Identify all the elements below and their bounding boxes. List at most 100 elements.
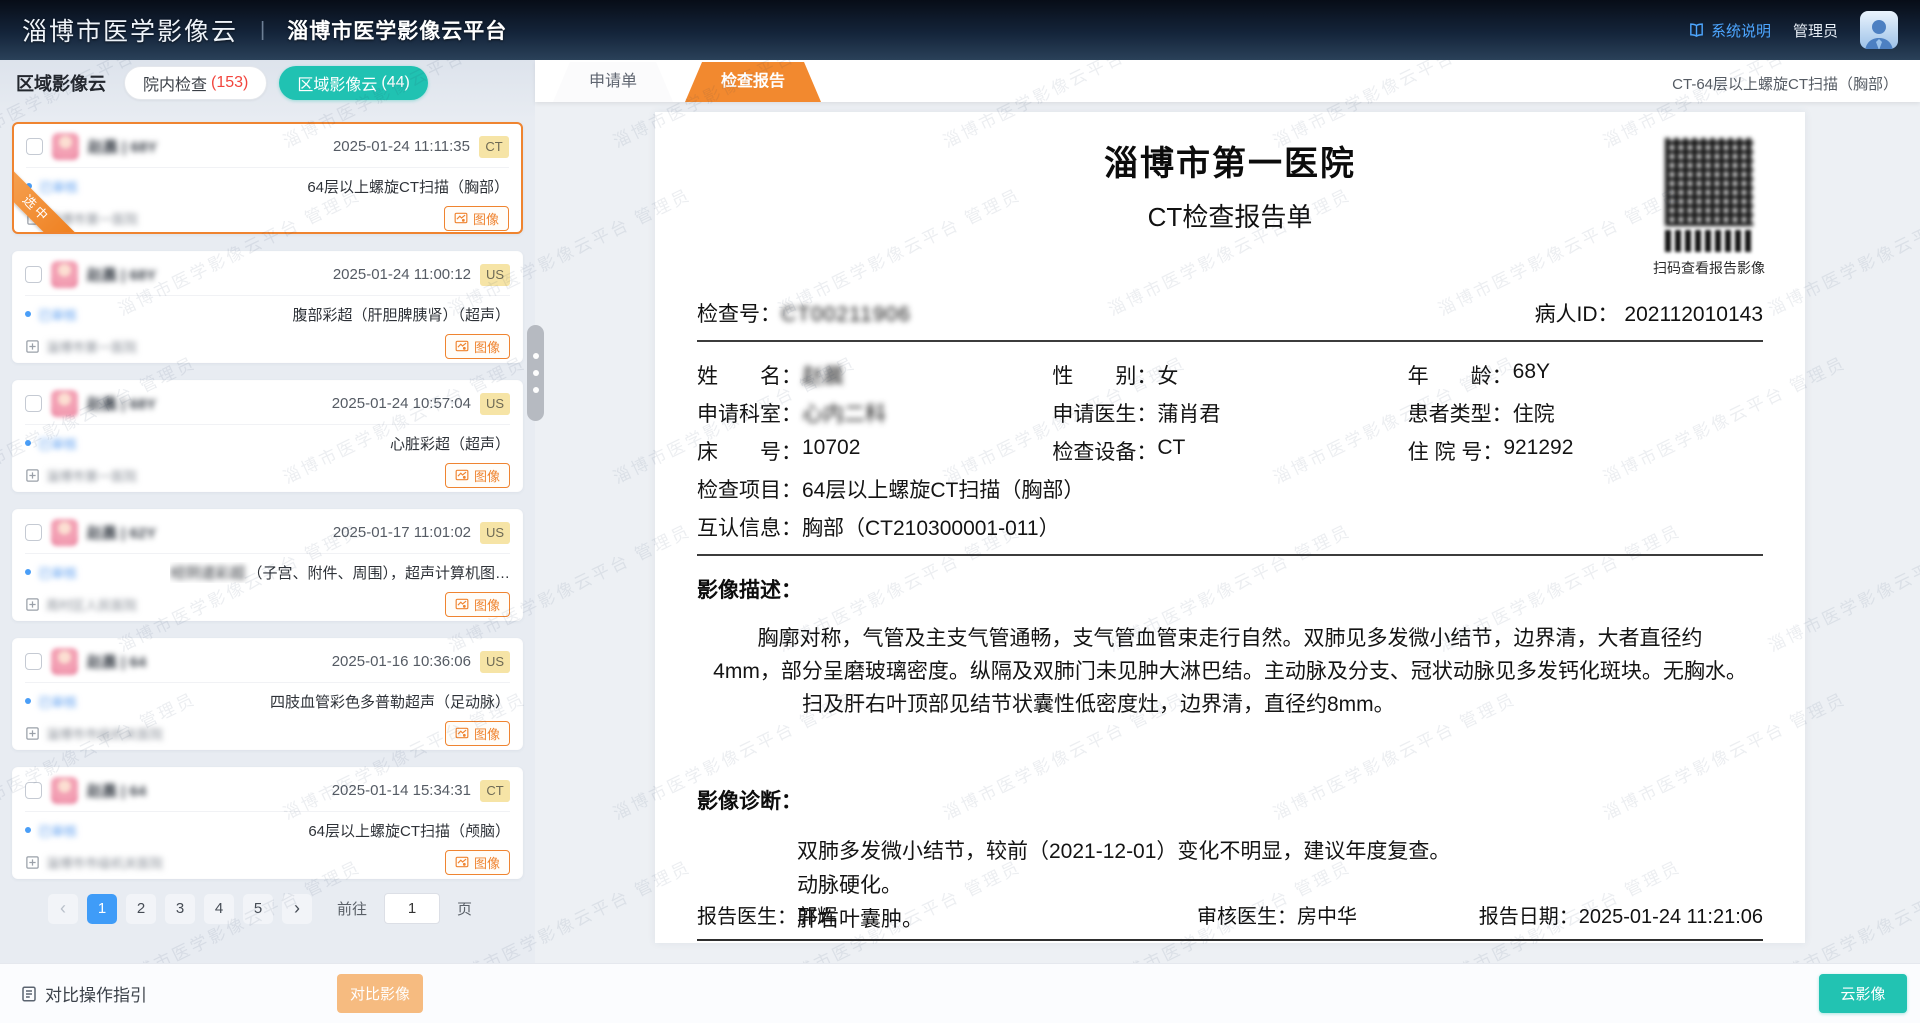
page-button-5[interactable]: 5 — [243, 894, 273, 924]
exam-status: 已审核 — [38, 434, 77, 453]
user-avatar[interactable] — [1860, 11, 1898, 49]
system-help-link[interactable]: 系统说明 — [1688, 20, 1771, 41]
exam-checkbox[interactable] — [25, 782, 42, 799]
sex-value: 女 — [1157, 360, 1178, 390]
tab-request-form[interactable]: 申请单 — [553, 62, 673, 102]
patient-type-value: 住院 — [1513, 398, 1555, 428]
tab-hospital-exams[interactable]: 院内检查 (153) — [124, 66, 267, 100]
patient-id-value: 202112010143 — [1624, 303, 1763, 326]
exam-card[interactable]: 赵晨 | 68Y 2025-01-24 11:11:35 CT 已审核 64层以… — [12, 122, 523, 234]
view-images-button[interactable]: 图像 — [444, 206, 509, 231]
exam-name: 64层以上螺旋CT扫描（颅脑） — [306, 820, 510, 841]
patient-info-grid: 姓 名：赵晨 性 别：女 年 龄：68Y 申请科室：心内二科 申请医生：蒲肖君 … — [697, 356, 1763, 546]
page-button-4[interactable]: 4 — [204, 894, 234, 924]
report-area: 申请单 检查报告 CT-64层以上螺旋CT扫描（胸部） 淄博市第一医院 CT检查… — [535, 60, 1920, 963]
exam-name: 64层以上螺旋CT扫描（胸部） — [305, 176, 509, 197]
image-icon — [455, 855, 469, 869]
goto-page-input[interactable] — [384, 893, 440, 924]
modality-badge: US — [480, 651, 510, 673]
exam-checkbox[interactable] — [25, 524, 42, 541]
report-date-value: 2025-01-24 11:21:06 — [1579, 906, 1763, 928]
mutual-info-value: 胸部（CT210300001-011） — [802, 512, 1060, 542]
hospital-name: 淄博市市级机关医院 — [46, 853, 163, 872]
exam-datetime: 2025-01-24 11:11:35 — [333, 138, 470, 155]
patient-name: 赵晨 | 68Y — [88, 136, 157, 157]
admission-no-value: 921292 — [1503, 436, 1573, 466]
brand-separator: | — [260, 19, 265, 42]
pagination: ‹ 12345 › 前往 页 — [0, 879, 535, 924]
page-button-1[interactable]: 1 — [87, 894, 117, 924]
image-description-label: 影像描述： — [697, 574, 1763, 604]
dept-value: 心内二科 — [802, 398, 886, 428]
exam-card[interactable]: 赵晨 | 64 2025-01-16 10:36:06 US 已审核 四肢血管彩… — [12, 638, 523, 750]
report-doctor-value: 郭辉 — [797, 906, 837, 928]
image-diagnosis-label: 影像诊断： — [697, 785, 1763, 815]
exam-card[interactable]: 赵晨 | 68Y 2025-01-24 11:00:12 US 已审核 腹部彩超… — [12, 251, 523, 363]
panel-title: 区域影像云 — [16, 70, 106, 96]
device-value: CT — [1157, 436, 1185, 466]
hospital-name: 淄博市第一医院 — [46, 466, 137, 485]
view-images-button[interactable]: 图像 — [445, 592, 510, 617]
exam-datetime: 2025-01-17 11:01:02 — [333, 524, 471, 541]
exam-status: 已审核 — [38, 821, 77, 840]
patient-name: 赵晨 | 68Y — [87, 264, 156, 285]
image-icon — [455, 597, 469, 611]
guide-icon — [20, 985, 38, 1003]
image-icon — [455, 339, 469, 353]
page-button-3[interactable]: 3 — [165, 894, 195, 924]
exam-checkbox[interactable] — [25, 653, 42, 670]
exam-name: 心脏彩超（超声） — [388, 433, 510, 454]
status-dot-icon — [25, 569, 31, 575]
hospital-exam-count: (153) — [211, 74, 248, 92]
exam-status: 已审核 — [38, 692, 77, 711]
exam-checkbox[interactable] — [25, 266, 42, 283]
status-dot-icon — [25, 827, 31, 833]
hospital-icon — [25, 339, 40, 354]
hospital-name: 周村区人民医院 — [46, 595, 137, 614]
exam-card[interactable]: 赵晨 | 62Y 2025-01-17 11:01:02 US 已审核 经阴道彩… — [12, 509, 523, 621]
exam-datetime: 2025-01-16 10:36:06 — [332, 653, 471, 670]
platform-title: 淄博市医学影像云平台 — [287, 15, 507, 45]
patient-name: 赵晨 | 64 — [87, 651, 146, 672]
cloud-images-button[interactable]: 云影像 — [1819, 974, 1907, 1013]
exam-datetime: 2025-01-24 11:00:12 — [333, 266, 471, 283]
modality-badge: US — [480, 522, 510, 544]
modality-badge: US — [480, 264, 510, 286]
person-icon — [1860, 13, 1898, 49]
image-description-text: 胸廓对称，气管及主支气管通畅，支气管血管束走行自然。双肺见多发微小结节，边界清，… — [697, 622, 1763, 721]
view-images-button[interactable]: 图像 — [445, 463, 510, 488]
exam-no-label: 检查号： — [697, 298, 781, 328]
exam-status: 已审核 — [39, 177, 78, 196]
panel-resize-handle[interactable] — [527, 325, 544, 421]
view-images-button[interactable]: 图像 — [445, 334, 510, 359]
compare-guide-link[interactable]: 对比操作指引 — [20, 981, 147, 1006]
exam-card[interactable]: 赵晨 | 64 2025-01-14 15:34:31 CT 已审核 64层以上… — [12, 767, 523, 879]
view-images-button[interactable]: 图像 — [445, 721, 510, 746]
exam-datetime: 2025-01-14 15:34:31 — [332, 782, 471, 799]
compare-images-button[interactable]: 对比影像 — [337, 974, 423, 1013]
next-page-button[interactable]: › — [282, 894, 312, 924]
book-icon — [1688, 22, 1705, 39]
exam-no-value: CT00211906 — [781, 303, 911, 327]
exam-checkbox[interactable] — [26, 138, 43, 155]
tab-exam-report[interactable]: 检查报告 — [685, 62, 821, 102]
report-title: CT检查报告单 — [697, 197, 1763, 234]
exam-name: 经阴道彩超（子宫、附件、周围），超声计算机图… — [170, 562, 510, 583]
qr-code-strip — [1665, 230, 1753, 252]
report-hospital-name: 淄博市第一医院 — [697, 136, 1763, 185]
tab-region-cloud[interactable]: 区域影像云 (44) — [279, 66, 427, 100]
request-doctor-value: 蒲肖君 — [1157, 398, 1220, 428]
page-unit-label: 页 — [457, 898, 472, 919]
exam-name: 四肢血管彩色多普勒超声（足动脉） — [268, 691, 510, 712]
hospital-name: 淄博市第一医院 — [46, 337, 137, 356]
view-images-button[interactable]: 图像 — [445, 850, 510, 875]
modality-badge: US — [480, 393, 510, 415]
prev-page-button[interactable]: ‹ — [48, 894, 78, 924]
patient-avatar — [51, 261, 78, 288]
exam-status: 已审核 — [38, 305, 77, 324]
exam-datetime: 2025-01-24 10:57:04 — [332, 395, 471, 412]
exam-checkbox[interactable] — [25, 395, 42, 412]
page-button-2[interactable]: 2 — [126, 894, 156, 924]
exam-card[interactable]: 赵晨 | 68Y 2025-01-24 10:57:04 US 已审核 心脏彩超… — [12, 380, 523, 492]
report-footer: 报告医生：郭辉 审核医生：房中华 报告日期：2025-01-24 11:21:0… — [697, 900, 1763, 943]
